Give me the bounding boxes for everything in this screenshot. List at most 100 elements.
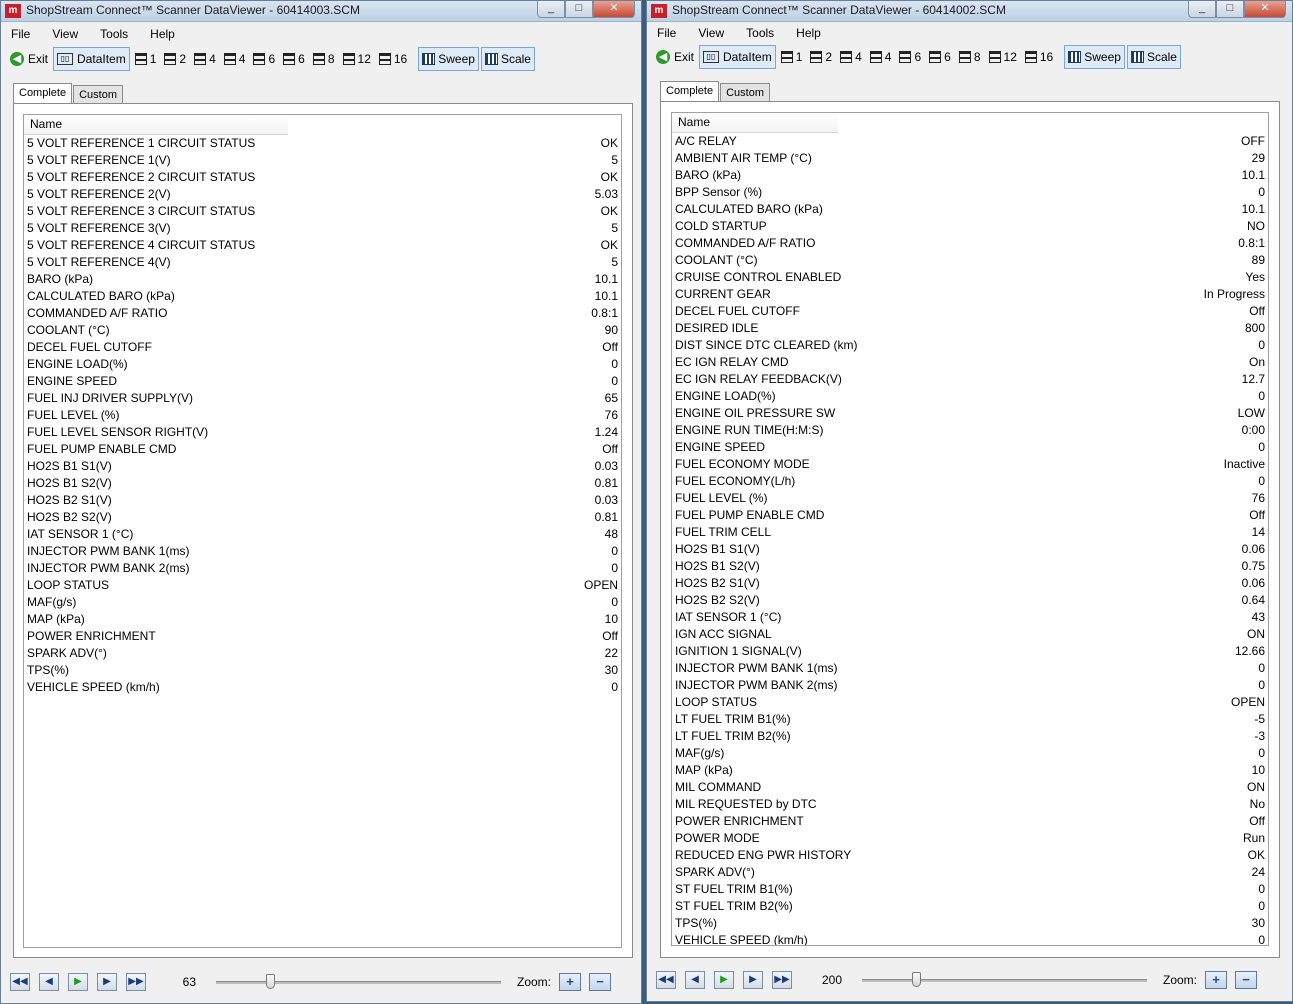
- list-item[interactable]: FUEL PUMP ENABLE CMD Off: [672, 507, 1268, 524]
- list-item[interactable]: DECEL FUEL CUTOFF Off: [24, 339, 621, 356]
- slider-thumb[interactable]: [266, 974, 275, 989]
- sweep-slider[interactable]: [216, 974, 501, 990]
- skip-to-end-button[interactable]: ▶▶: [772, 971, 792, 989]
- exit-button[interactable]: ◀ Exit: [653, 46, 697, 68]
- layout-4-rows-button[interactable]: 4: [837, 46, 865, 68]
- zoom-in-button[interactable]: +: [1205, 971, 1228, 989]
- list-item[interactable]: HO2S B2 S1(V) 0.03: [24, 492, 621, 509]
- column-header-name[interactable]: Name: [672, 113, 838, 133]
- list-item[interactable]: 5 VOLT REFERENCE 3 CIRCUIT STATUS OK: [24, 203, 621, 220]
- close-icon[interactable]: ✕: [593, 1, 635, 18]
- layout-6-rows-button[interactable]: 6: [896, 46, 924, 68]
- list-item[interactable]: SPARK ADV(°) 24: [672, 864, 1268, 881]
- list-item[interactable]: CRUISE CONTROL ENABLED Yes: [672, 269, 1268, 286]
- menu-tools[interactable]: Tools: [100, 27, 128, 41]
- title-bar[interactable]: m ShopStream Connect™ Scanner DataViewer…: [647, 1, 1292, 22]
- list-item[interactable]: MAP (kPa) 10: [672, 762, 1268, 779]
- list-item[interactable]: A/C RELAY OFF: [672, 133, 1268, 150]
- layout-16-button[interactable]: 16: [376, 48, 410, 70]
- data-list[interactable]: Name 5 VOLT REFERENCE 1 CIRCUIT STATUS OK…: [23, 114, 622, 948]
- list-item[interactable]: HO2S B1 S2(V) 0.75: [672, 558, 1268, 575]
- list-item[interactable]: 5 VOLT REFERENCE 3(V) 5: [24, 220, 621, 237]
- minimize-icon[interactable]: _: [537, 1, 565, 18]
- sweep-button[interactable]: Sweep: [1064, 45, 1125, 69]
- layout-6-rows-button[interactable]: 6: [250, 48, 278, 70]
- list-item[interactable]: ENGINE SPEED 0: [672, 439, 1268, 456]
- close-icon[interactable]: ✕: [1244, 1, 1286, 18]
- list-item[interactable]: INJECTOR PWM BANK 2(ms) 0: [24, 560, 621, 577]
- list-item[interactable]: INJECTOR PWM BANK 2(ms) 0: [672, 677, 1268, 694]
- list-item[interactable]: TPS(%) 30: [24, 662, 621, 679]
- list-item[interactable]: POWER ENRICHMENT Off: [24, 628, 621, 645]
- list-item[interactable]: ENGINE RUN TIME(H:M:S) 0:00: [672, 422, 1268, 439]
- list-item[interactable]: IAT SENSOR 1 (°C) 48: [24, 526, 621, 543]
- list-item[interactable]: POWER ENRICHMENT Off: [672, 813, 1268, 830]
- list-item[interactable]: HO2S B2 S2(V) 0.64: [672, 592, 1268, 609]
- data-list[interactable]: Name A/C RELAY OFF AMBIENT AIR TEMP (°C) 29…: [671, 112, 1269, 946]
- list-item[interactable]: ST FUEL TRIM B1(%) 0: [672, 881, 1268, 898]
- title-bar[interactable]: m ShopStream Connect™ Scanner DataViewer…: [1, 1, 641, 22]
- list-item[interactable]: FUEL LEVEL (%) 76: [24, 407, 621, 424]
- menu-help[interactable]: Help: [150, 27, 175, 41]
- list-item[interactable]: SPARK ADV(°) 22: [24, 645, 621, 662]
- skip-to-start-button[interactable]: ◀◀: [10, 973, 30, 991]
- tab-complete[interactable]: Complete: [660, 81, 720, 102]
- menu-file[interactable]: File: [11, 27, 30, 41]
- skip-to-end-button[interactable]: ▶▶: [126, 973, 146, 991]
- list-item[interactable]: FUEL TRIM CELL 14: [672, 524, 1268, 541]
- list-item[interactable]: POWER MODE Run: [672, 830, 1268, 847]
- play-button[interactable]: ▶: [714, 971, 734, 989]
- zoom-in-button[interactable]: +: [559, 973, 582, 991]
- list-item[interactable]: 5 VOLT REFERENCE 2 CIRCUIT STATUS OK: [24, 169, 621, 186]
- layout-2-button[interactable]: 2: [807, 46, 835, 68]
- step-back-button[interactable]: ◀: [39, 973, 59, 991]
- list-item[interactable]: MAF(g/s) 0: [672, 745, 1268, 762]
- layout-6-grid-button[interactable]: 6: [926, 46, 954, 68]
- list-item[interactable]: 5 VOLT REFERENCE 2(V) 5.03: [24, 186, 621, 203]
- layout-4-rows-button[interactable]: 4: [191, 48, 219, 70]
- tab-custom[interactable]: Custom: [73, 85, 123, 104]
- list-item[interactable]: 5 VOLT REFERENCE 1 CIRCUIT STATUS OK: [24, 135, 621, 152]
- menu-view[interactable]: View: [52, 27, 78, 41]
- list-item[interactable]: 5 VOLT REFERENCE 4(V) 5: [24, 254, 621, 271]
- list-item[interactable]: HO2S B1 S2(V) 0.81: [24, 475, 621, 492]
- list-item[interactable]: MIL REQUESTED by DTC No: [672, 796, 1268, 813]
- list-item[interactable]: EC IGN RELAY FEEDBACK(V) 12.7: [672, 371, 1268, 388]
- list-item[interactable]: IGN ACC SIGNAL ON: [672, 626, 1268, 643]
- list-item[interactable]: DESIRED IDLE 800: [672, 320, 1268, 337]
- step-forward-button[interactable]: ▶: [743, 971, 763, 989]
- list-item[interactable]: MIL COMMAND ON: [672, 779, 1268, 796]
- list-item[interactable]: ENGINE OIL PRESSURE SW LOW: [672, 405, 1268, 422]
- list-item[interactable]: COMMANDED A/F RATIO 0.8:1: [672, 235, 1268, 252]
- layout-2-button[interactable]: 2: [161, 48, 189, 70]
- exit-button[interactable]: ◀ Exit: [7, 48, 51, 70]
- layout-1-button[interactable]: 1: [778, 46, 806, 68]
- list-item[interactable]: INJECTOR PWM BANK 1(ms) 0: [24, 543, 621, 560]
- list-item[interactable]: HO2S B1 S1(V) 0.03: [24, 458, 621, 475]
- list-item[interactable]: FUEL LEVEL SENSOR RIGHT(V) 1.24: [24, 424, 621, 441]
- list-item[interactable]: FUEL ECONOMY MODE Inactive: [672, 456, 1268, 473]
- layout-8-button[interactable]: 8: [956, 46, 984, 68]
- column-header-name[interactable]: Name: [24, 115, 288, 135]
- list-item[interactable]: LT FUEL TRIM B2(%) -3: [672, 728, 1268, 745]
- list-item[interactable]: BARO (kPa) 10.1: [672, 167, 1268, 184]
- list-item[interactable]: COOLANT (°C) 89: [672, 252, 1268, 269]
- layout-12-button[interactable]: 12: [986, 46, 1020, 68]
- list-item[interactable]: FUEL INJ DRIVER SUPPLY(V) 65: [24, 390, 621, 407]
- list-item[interactable]: DIST SINCE DTC CLEARED (km) 0: [672, 337, 1268, 354]
- list-item[interactable]: COLD STARTUP NO: [672, 218, 1268, 235]
- sweep-button[interactable]: Sweep: [418, 47, 479, 71]
- list-item[interactable]: ST FUEL TRIM B2(%) 0: [672, 898, 1268, 915]
- list-item[interactable]: BARO (kPa) 10.1: [24, 271, 621, 288]
- tab-complete[interactable]: Complete: [13, 83, 73, 104]
- list-item[interactable]: VEHICLE SPEED (km/h) 0: [24, 679, 621, 696]
- list-item[interactable]: 5 VOLT REFERENCE 1(V) 5: [24, 152, 621, 169]
- step-back-button[interactable]: ◀: [685, 971, 705, 989]
- layout-16-button[interactable]: 16: [1022, 46, 1056, 68]
- list-item[interactable]: HO2S B1 S1(V) 0.06: [672, 541, 1268, 558]
- skip-to-start-button[interactable]: ◀◀: [656, 971, 676, 989]
- list-item[interactable]: HO2S B2 S1(V) 0.06: [672, 575, 1268, 592]
- sweep-slider[interactable]: [862, 972, 1147, 988]
- list-item[interactable]: TPS(%) 30: [672, 915, 1268, 932]
- list-item[interactable]: BPP Sensor (%) 0: [672, 184, 1268, 201]
